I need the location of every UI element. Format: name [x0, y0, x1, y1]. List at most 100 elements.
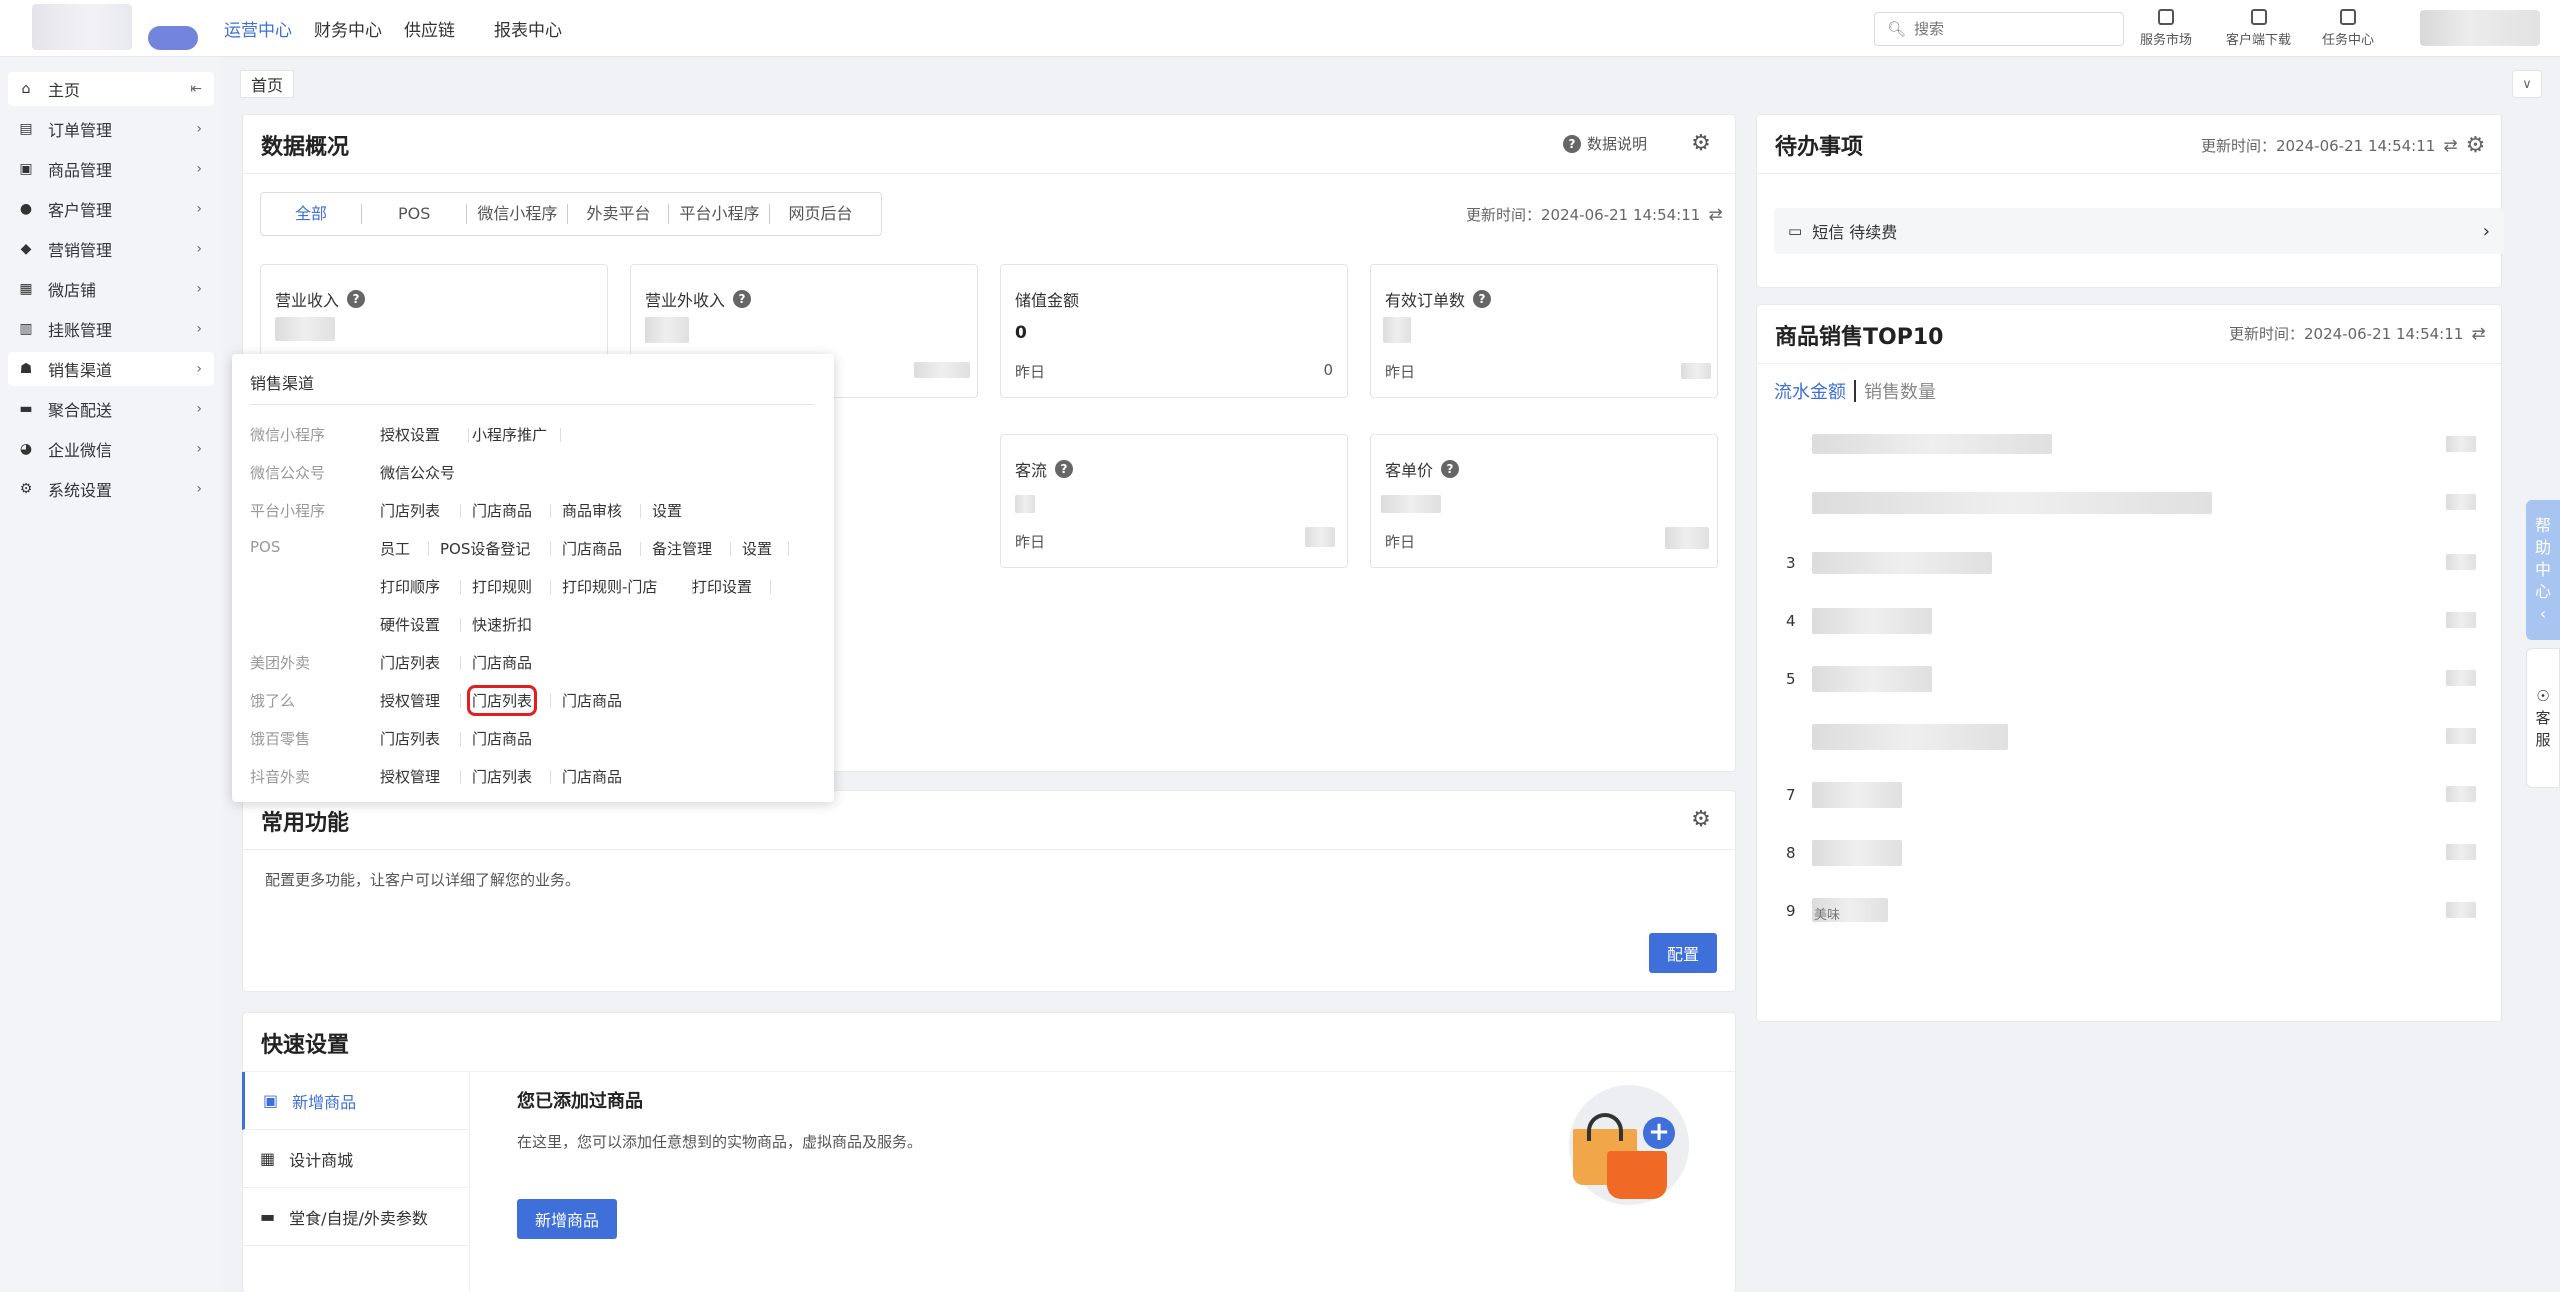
separator: [550, 504, 551, 518]
user-avatar[interactable]: [2420, 10, 2540, 46]
sidebar-item-sales-channel[interactable]: ☗ 销售渠道 ›: [8, 352, 214, 386]
tab-platform-mini[interactable]: 平台小程序: [669, 204, 771, 224]
popup-link-staff[interactable]: 员工: [380, 538, 410, 559]
popup-link-settings[interactable]: 设置: [652, 500, 682, 521]
tab-flow-amount[interactable]: 流水金额: [1774, 378, 1846, 404]
popup-link-official-account[interactable]: 微信公众号: [380, 462, 455, 483]
configure-button[interactable]: 配置: [1649, 933, 1717, 973]
popup-link-quick-discount[interactable]: 快速折扣: [472, 614, 532, 635]
quick-item-dine-params[interactable]: ▬ 堂食/自提/外卖参数: [242, 1188, 468, 1246]
popup-link-eleme-store-list[interactable]: 门店列表: [466, 685, 538, 716]
popup-link-store-list[interactable]: 门店列表: [472, 766, 532, 787]
popup-link-store-goods[interactable]: 门店商品: [562, 766, 622, 787]
refresh-icon[interactable]: ⇄: [2443, 136, 2457, 156]
sidebar-item-ledger[interactable]: ▥ 挂账管理 ›: [8, 312, 214, 346]
popup-row-label: 微信小程序: [250, 426, 326, 444]
metric-traffic: 客流? 昨日: [1000, 434, 1348, 568]
search-input[interactable]: [1914, 20, 2115, 38]
topnav-finance[interactable]: 财务中心: [314, 0, 382, 57]
tabs-dropdown-button[interactable]: ∨: [2512, 70, 2542, 98]
quick-item-add-goods[interactable]: ▣ 新增商品: [242, 1072, 468, 1130]
popup-link-auth-manage[interactable]: 授权管理: [380, 766, 440, 787]
popup-link-mini-promo[interactable]: 小程序推广: [472, 424, 547, 445]
breadcrumb-home-tab[interactable]: 首页: [240, 70, 295, 98]
question-icon[interactable]: ?: [1441, 460, 1460, 478]
sidebar-item-marketing[interactable]: ◆ 营销管理 ›: [8, 232, 214, 266]
popup-link-store-goods[interactable]: 门店商品: [472, 500, 532, 521]
popup-link-print-rules-store[interactable]: 打印规则-门店: [562, 576, 657, 597]
help-center-tab[interactable]: 帮 助 中 心 ‹: [2526, 500, 2560, 640]
chevron-down-icon: ∨: [2522, 76, 2532, 92]
tab-all[interactable]: 全部: [261, 204, 363, 224]
question-icon[interactable]: ?: [347, 290, 366, 308]
redacted-value: [1812, 434, 2052, 454]
sidebar-item-settings[interactable]: ⚙ 系统设置 ›: [8, 472, 214, 506]
channel-icon: ☗: [19, 361, 33, 377]
redacted-value: [645, 317, 689, 343]
popup-link-store-list[interactable]: 门店列表: [380, 652, 440, 673]
gear-icon[interactable]: ⚙: [2466, 133, 2486, 158]
sales-channel-popup: 销售渠道 微信小程序 授权设置 小程序推广 微信公众号 微信公众号 平台小程序 …: [232, 354, 834, 802]
popup-row-label: 微信公众号: [250, 464, 326, 482]
popup-link-goods-review[interactable]: 商品审核: [562, 500, 622, 521]
task-center-button[interactable]: 任务中心: [2322, 6, 2374, 50]
question-icon[interactable]: ?: [1055, 460, 1074, 478]
service-market-button[interactable]: 服务市场: [2140, 6, 2192, 50]
gear-icon[interactable]: ⚙: [1689, 807, 1713, 832]
popup-link-print-rules[interactable]: 打印规则: [472, 576, 532, 597]
store-icon: ▦: [260, 1149, 276, 1168]
popup-link-settings[interactable]: 设置: [742, 538, 772, 559]
sidebar-item-label: 聚合配送: [48, 401, 113, 420]
tab-wechat-mini[interactable]: 微信小程序: [467, 204, 569, 224]
search-box[interactable]: 🔍︎: [1874, 12, 2124, 46]
popup-link-print-order[interactable]: 打印顺序: [380, 576, 440, 597]
popup-link-store-goods[interactable]: 门店商品: [562, 690, 622, 711]
sidebar-item-home[interactable]: ⌂ 主页 ⇤: [8, 72, 214, 106]
sidebar-item-orders[interactable]: ▤ 订单管理 ›: [8, 112, 214, 146]
tab-sales-quantity[interactable]: 销售数量: [1864, 378, 1936, 404]
client-download-button[interactable]: 客户端下载: [2226, 6, 2291, 50]
sidebar-item-delivery[interactable]: ▬ 聚合配送 ›: [8, 392, 214, 426]
brand-logo[interactable]: [32, 4, 132, 50]
popup-link-auth-manage[interactable]: 授权管理: [380, 690, 440, 711]
quick-item-design-mall[interactable]: ▦ 设计商城: [242, 1130, 468, 1188]
sidebar-item-enterprise-wechat[interactable]: ◕ 企业微信 ›: [8, 432, 214, 466]
todo-item-sms-renewal[interactable]: ▭ 短信 待续费 ›: [1774, 208, 2504, 254]
topnav-operations[interactable]: 运营中心: [224, 0, 292, 57]
tab-pos[interactable]: POS: [362, 204, 468, 224]
question-icon[interactable]: ?: [733, 290, 752, 308]
sidebar-item-customers[interactable]: ● 客户管理 ›: [8, 192, 214, 226]
sidebar-item-goods[interactable]: ▣ 商品管理 ›: [8, 152, 214, 186]
collapse-sidebar-icon[interactable]: ⇤: [190, 81, 202, 97]
popup-link-store-goods[interactable]: 门店商品: [472, 728, 532, 749]
redacted-value: [1812, 840, 1902, 866]
truck-icon: ▬: [19, 401, 33, 417]
redacted-value: [1812, 666, 1932, 692]
popup-link-notes[interactable]: 备注管理: [652, 538, 712, 559]
customer-service-tab[interactable]: ☉ 客 服: [2526, 648, 2560, 788]
popup-link-store-goods[interactable]: 门店商品: [472, 652, 532, 673]
refresh-icon[interactable]: ⇄: [1708, 205, 1722, 225]
topnav-reports[interactable]: 报表中心: [494, 0, 562, 57]
question-icon[interactable]: ?: [1473, 290, 1492, 308]
popup-link-hardware[interactable]: 硬件设置: [380, 614, 440, 635]
add-goods-button[interactable]: 新增商品: [517, 1199, 617, 1239]
popup-link-store-list[interactable]: 门店列表: [380, 728, 440, 749]
data-help-link[interactable]: ? 数据说明: [1563, 133, 1647, 154]
sidebar-item-micro-store[interactable]: ▦ 微店铺 ›: [8, 272, 214, 306]
tab-web-admin[interactable]: 网页后台: [770, 204, 870, 224]
popup-link-auth-settings[interactable]: 授权设置: [380, 424, 440, 445]
redacted-value: [2446, 670, 2476, 686]
popup-link-store-goods[interactable]: 门店商品: [562, 538, 622, 559]
topnav-supply-chain[interactable]: 供应链: [404, 0, 455, 57]
search-icon: 🔍︎: [1887, 20, 1907, 38]
quick-item-label: 新增商品: [292, 1092, 357, 1112]
popup-link-pos-device[interactable]: POS设备登记: [440, 538, 530, 559]
tab-takeout[interactable]: 外卖平台: [568, 204, 670, 224]
refresh-icon[interactable]: ⇄: [2471, 324, 2485, 344]
popup-link-print-settings[interactable]: 打印设置: [692, 576, 752, 597]
popup-link-store-list[interactable]: 门店列表: [380, 500, 440, 521]
redacted-value: [2446, 728, 2476, 744]
gear-icon[interactable]: ⚙: [1689, 131, 1713, 156]
metric-label: 营业外收入?: [645, 287, 752, 311]
